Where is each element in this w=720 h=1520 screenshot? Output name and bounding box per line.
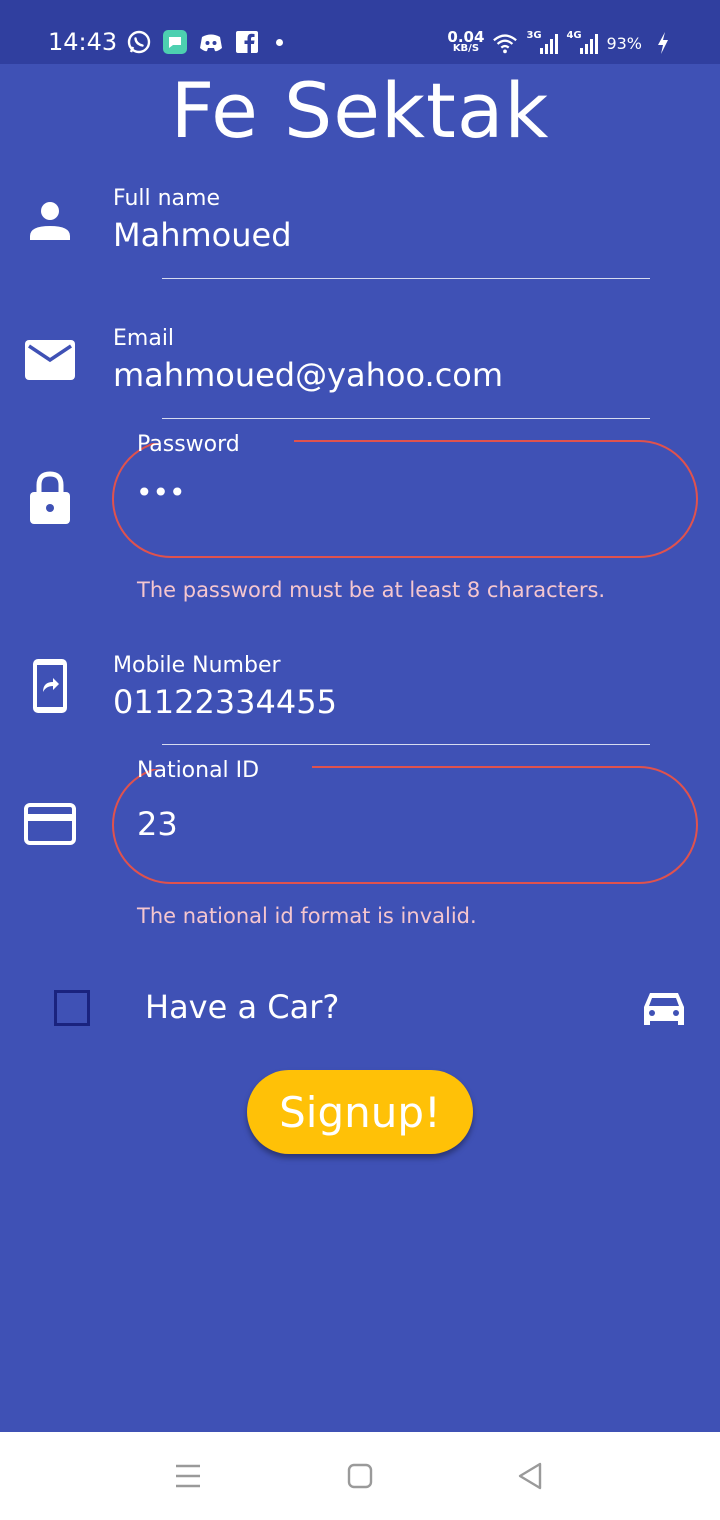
email-input[interactable]: mahmoued@yahoo.com — [113, 356, 503, 394]
signal-4g-icon: 4G — [566, 30, 599, 54]
full-name-label: Full name — [113, 186, 221, 211]
phone-forward-icon — [24, 658, 76, 714]
app-title: Fe Sektak — [170, 66, 550, 155]
charging-icon — [650, 30, 676, 56]
menu-icon[interactable] — [168, 1456, 208, 1496]
status-time: 14:43 — [48, 28, 118, 56]
facebook-icon — [234, 29, 260, 55]
mobile-label: Mobile Number — [113, 653, 281, 678]
full-name-underline — [162, 278, 650, 279]
email-label: Email — [113, 326, 175, 351]
mobile-underline — [162, 744, 650, 745]
navigation-bar — [0, 1432, 720, 1520]
signup-button[interactable]: Signup! — [247, 1070, 473, 1154]
back-icon[interactable] — [510, 1456, 550, 1496]
system-status: 0.04 KB/S 3G 4G 93% — [447, 30, 676, 56]
more-notifications-dot — [276, 38, 283, 46]
national-id-field-outline[interactable] — [112, 766, 698, 884]
messages-icon — [162, 29, 188, 55]
have-car-label: Have a Car? — [145, 988, 340, 1026]
whatsapp-icon — [126, 29, 152, 55]
password-error: The password must be at least 8 characte… — [137, 578, 606, 602]
signup-screen: 14:43 0.04 KB/S 3G 4G 93% Fe Sektak Full… — [0, 0, 720, 1520]
lock-icon — [24, 471, 76, 524]
home-icon[interactable] — [340, 1456, 380, 1496]
national-id-error: The national id format is invalid. — [137, 904, 477, 928]
password-label: Password — [137, 432, 240, 457]
car-icon — [642, 990, 686, 1030]
have-car-checkbox[interactable] — [54, 990, 90, 1026]
email-icon — [24, 334, 76, 386]
wifi-icon — [492, 30, 518, 56]
national-id-label: National ID — [137, 758, 260, 783]
discord-icon — [198, 29, 224, 55]
email-underline — [162, 418, 650, 419]
notification-icons — [126, 29, 283, 55]
national-id-input[interactable]: 23 — [137, 805, 178, 843]
full-name-input[interactable]: Mahmoued — [113, 216, 292, 254]
net-speed: 0.04 KB/S — [447, 28, 485, 55]
person-icon — [24, 194, 76, 246]
battery-level: 93% — [606, 33, 642, 53]
password-input[interactable]: ••• — [136, 476, 186, 509]
card-icon — [24, 798, 76, 850]
status-bar: 14:43 0.04 KB/S 3G 4G 93% — [0, 0, 720, 64]
mobile-input[interactable]: 01122334455 — [113, 683, 337, 721]
password-field-outline[interactable] — [112, 440, 698, 558]
signal-3g-icon: 3G — [526, 30, 559, 54]
